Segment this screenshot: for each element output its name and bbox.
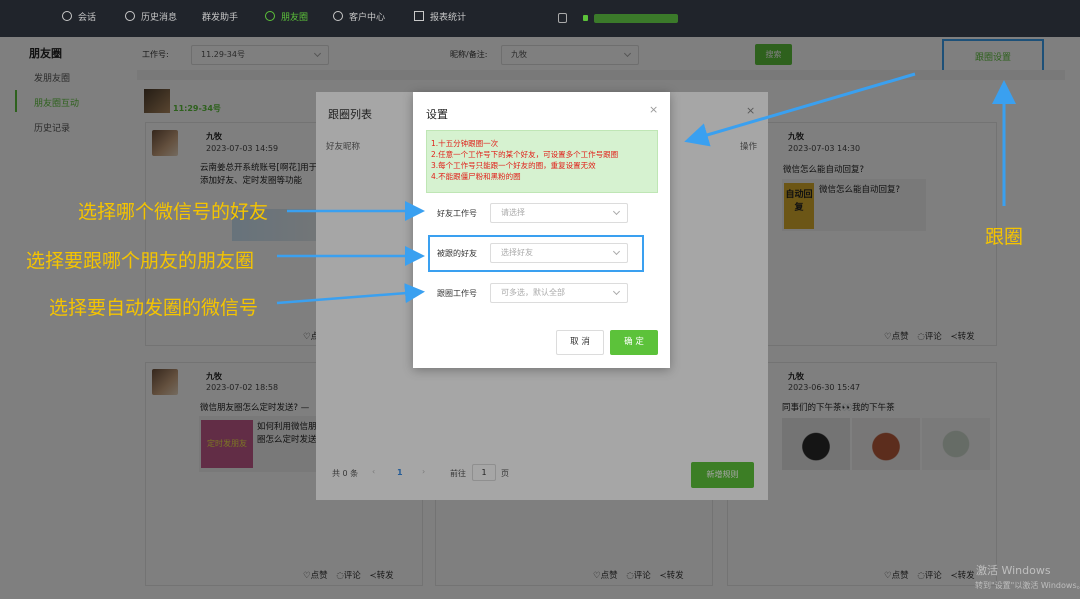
arrow	[276, 283, 425, 305]
annotation-arrows	[276, 72, 1016, 305]
activation-watermark-sub: 转到"设置"以激活 Windows。	[975, 581, 1080, 590]
activation-watermark: 激活 Windows	[976, 564, 1051, 577]
arrow	[684, 72, 916, 147]
